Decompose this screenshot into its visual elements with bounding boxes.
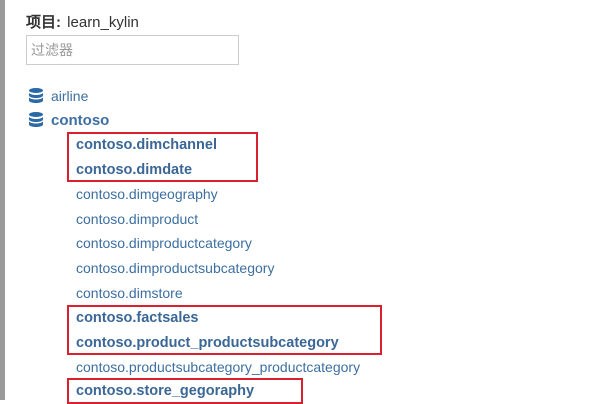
filter-input[interactable] [26,35,239,65]
left-panel-border [0,0,5,400]
database-name: airline [51,88,89,104]
table-item-dimproductsubcategory[interactable]: contoso.dimproductsubcategory [76,258,274,278]
project-name: learn_kylin [67,14,139,31]
table-item-dimstore[interactable]: contoso.dimstore [76,283,183,303]
highlight-box [67,132,258,182]
table-item-dimproduct[interactable]: contoso.dimproduct [76,209,198,229]
highlight-box [67,378,303,404]
database-name: contoso [51,111,110,129]
table-item-dimproductcategory[interactable]: contoso.dimproductcategory [76,233,252,253]
tree-node-airline[interactable]: airline [27,86,88,106]
table-item-dimgeography[interactable]: contoso.dimgeography [76,184,218,204]
project-label: 项目: [26,14,61,31]
table-item-productsubcategory-productcategory[interactable]: contoso.productsubcategory_productcatego… [76,357,360,377]
tree-node-contoso[interactable]: contoso [27,110,109,130]
highlight-box [67,305,382,355]
project-header: 项目: learn_kylin [26,11,139,32]
database-icon [29,112,43,127]
database-icon [29,88,43,103]
